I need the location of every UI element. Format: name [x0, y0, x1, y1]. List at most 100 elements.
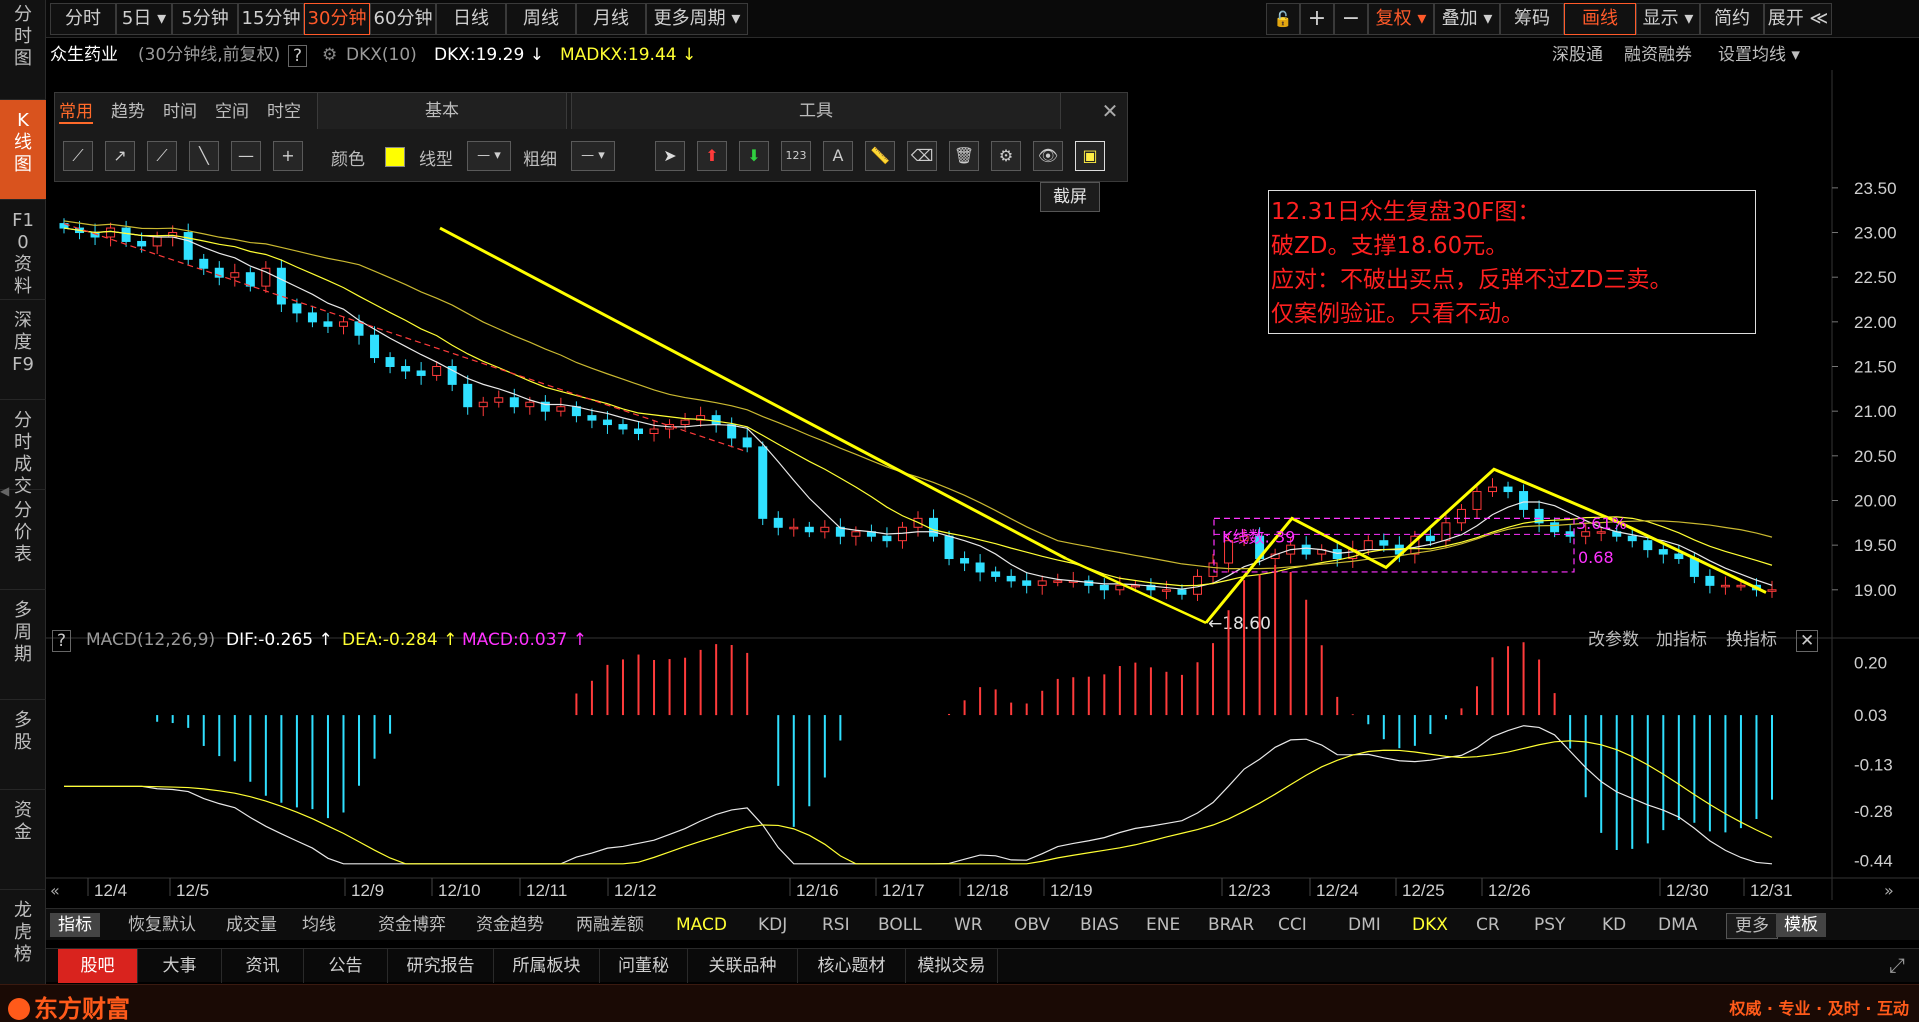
zoom-out-button[interactable]: − [1334, 3, 1368, 35]
more-indicators-button[interactable]: 更多 [1726, 913, 1778, 939]
indicator-tab[interactable]: BIAS [1080, 913, 1119, 937]
bottom-tab[interactable]: 模拟交易 [906, 949, 998, 983]
zoom-in-button[interactable]: + [1300, 3, 1334, 35]
indicator-tab[interactable]: 恢复默认 [128, 913, 196, 937]
popout-icon[interactable]: ⤢ [1889, 953, 1905, 977]
number-icon[interactable]: 123 [781, 141, 811, 171]
link-set-ma[interactable]: 设置均线 ▾ [1718, 40, 1800, 70]
line-icon[interactable]: ⟋ [147, 141, 177, 171]
adjust-button[interactable]: 复权 ▾ [1368, 3, 1434, 35]
indicator-tab[interactable]: 两融差额 [576, 913, 644, 937]
indicator-tab[interactable]: DMI [1348, 913, 1381, 937]
period-tab[interactable]: 30分钟 [304, 3, 370, 35]
indicator-tab[interactable]: PSY [1534, 913, 1565, 937]
indicator-name[interactable]: DKX(10) [346, 40, 417, 70]
period-tab[interactable]: 更多周期 ▾ [646, 3, 748, 35]
indicator-tab[interactable]: 资金趋势 [476, 913, 544, 937]
period-tab[interactable]: 日线 [436, 3, 506, 35]
indicator-tab[interactable]: DMA [1658, 913, 1697, 937]
lock-icon[interactable]: 🔓 [1266, 3, 1300, 35]
ruler-icon[interactable]: 📏 [865, 141, 895, 171]
bottom-tab[interactable]: 问董秘 [600, 949, 688, 983]
draw-tab[interactable]: 趋势 [111, 97, 145, 122]
indicator-tab[interactable]: 均线 [302, 913, 336, 937]
indicator-tab[interactable]: ENE [1146, 913, 1180, 937]
up-arrow-icon[interactable]: ⬆ [697, 141, 727, 171]
change-params-link[interactable]: 改参数 [1588, 626, 1639, 654]
line-segment-icon[interactable]: ⟋ [63, 141, 93, 171]
indicator-tab[interactable]: MACD [676, 913, 727, 937]
indicator-tab[interactable]: WR [954, 913, 983, 937]
indicator-tab[interactable]: RSI [822, 913, 850, 937]
macd-title[interactable]: MACD(12,26,9) [86, 626, 215, 654]
color-swatch[interactable] [385, 147, 405, 167]
annotation-textbox[interactable]: 12.31日众生复盘30F图： 破ZD。支撑18.60元。 应对：不破出买点，反… [1268, 190, 1756, 334]
close-icon[interactable]: ✕ [1796, 630, 1819, 652]
collapse-left-icon[interactable]: ◀ [0, 476, 10, 506]
indicator-tab[interactable]: DKX [1412, 913, 1448, 937]
nav-item[interactable]: 分时图 [0, 0, 46, 100]
bottom-tab[interactable]: 股吧 [58, 949, 138, 983]
switch-indicator-link[interactable]: 换指标 [1726, 626, 1777, 654]
nav-item[interactable]: F10资料 [0, 200, 46, 300]
template-button[interactable]: 模板 [1776, 913, 1826, 937]
add-indicator-link[interactable]: 加指标 [1656, 626, 1707, 654]
period-tab[interactable]: 5分钟 [172, 3, 238, 35]
gear-icon[interactable]: ⚙ [991, 141, 1021, 171]
period-tab[interactable]: 15分钟 [238, 3, 304, 35]
draw-tab[interactable]: 时间 [163, 97, 197, 122]
period-tab[interactable]: 周线 [506, 3, 576, 35]
horizontal-line-icon[interactable]: — [231, 141, 261, 171]
indicator-tab[interactable]: BRAR [1208, 913, 1254, 937]
weight-select[interactable]: — ▾ [571, 141, 615, 171]
draw-line-button[interactable]: 画线 [1564, 3, 1636, 35]
link-margin[interactable]: 融资融券 [1624, 40, 1692, 70]
bottom-tab[interactable]: 大事 [138, 949, 222, 983]
simple-button[interactable]: 简约 [1700, 3, 1764, 35]
indicator-tab[interactable]: KDJ [758, 913, 787, 937]
expand-button[interactable]: 展开 ≪ [1764, 3, 1832, 35]
link-hk-connect[interactable]: 深股通 [1552, 40, 1603, 70]
help-icon[interactable]: ? [288, 45, 308, 67]
bottom-tab[interactable]: 所属板块 [494, 949, 600, 983]
period-tab[interactable]: 5日 ▾ [116, 3, 172, 35]
help-icon[interactable]: ? [52, 630, 72, 652]
brand-logo[interactable]: 东方财富 [8, 989, 130, 1022]
display-button[interactable]: 显示 ▾ [1636, 3, 1700, 35]
draw-tab[interactable]: 时空 [267, 97, 301, 122]
indicator-tab[interactable]: 资金博弈 [378, 913, 446, 937]
indicator-tab[interactable]: KD [1602, 913, 1626, 937]
text-icon[interactable]: A [823, 141, 853, 171]
nav-item[interactable]: K线图 [0, 100, 46, 200]
ray-icon[interactable]: ↗ [105, 141, 135, 171]
nav-item[interactable]: 资金 [0, 790, 46, 890]
indicator-tab[interactable]: CCI [1278, 913, 1307, 937]
nav-item[interactable]: 深度F9 [0, 300, 46, 400]
close-icon[interactable]: ✕ [1095, 93, 1125, 129]
bottom-tab[interactable]: 核心题材 [798, 949, 906, 983]
period-tab[interactable]: 月线 [576, 3, 646, 35]
nav-item[interactable]: 多股 [0, 700, 46, 790]
nav-item[interactable]: 多周期 [0, 590, 46, 700]
bottom-tab[interactable]: 研究报告 [388, 949, 494, 983]
down-line-icon[interactable]: ╲ [189, 141, 219, 171]
draw-tab[interactable]: 空间 [215, 97, 249, 122]
down-arrow-icon[interactable]: ⬇ [739, 141, 769, 171]
overlay-button[interactable]: 叠加 ▾ [1434, 3, 1500, 35]
stock-name[interactable]: 众生药业 [50, 40, 118, 70]
indicator-tab[interactable]: OBV [1014, 913, 1050, 937]
indicator-tab[interactable]: BOLL [878, 913, 922, 937]
indicator-tab-main[interactable]: 指标 [50, 913, 100, 937]
period-tab[interactable]: 分时 [50, 3, 116, 35]
linetype-select[interactable]: — ▾ [467, 141, 511, 171]
indicator-tab[interactable]: CR [1476, 913, 1500, 937]
gear-icon[interactable]: ⚙ [322, 40, 337, 70]
chips-button[interactable]: 筹码 [1500, 3, 1564, 35]
cursor-icon[interactable]: ➤ [655, 141, 685, 171]
screenshot-icon[interactable]: ▣ [1075, 141, 1105, 171]
eye-icon[interactable]: 👁 [1033, 141, 1063, 171]
draw-tab[interactable]: 常用 [59, 97, 93, 124]
period-tab[interactable]: 60分钟 [370, 3, 436, 35]
trash-icon[interactable]: 🗑 [949, 141, 979, 171]
eraser-icon[interactable]: ⌫ [907, 141, 937, 171]
